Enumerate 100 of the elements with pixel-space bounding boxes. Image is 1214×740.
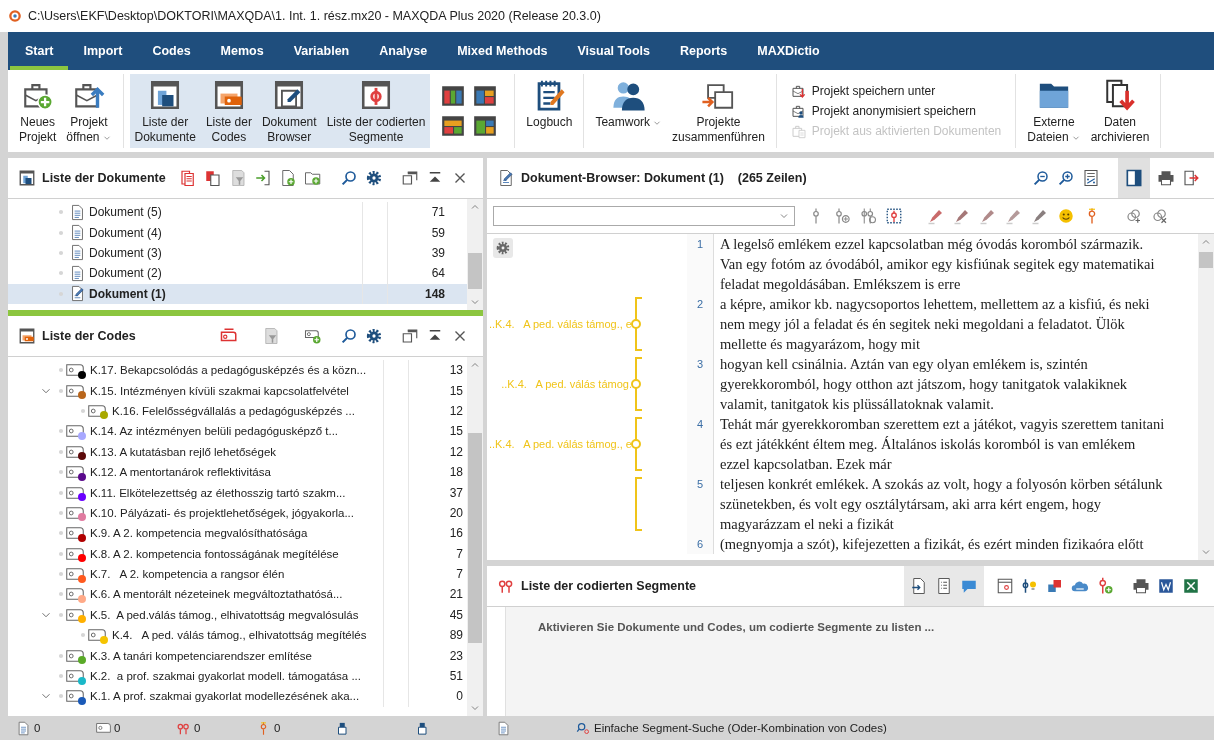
zoom-in-icon[interactable]: [1057, 169, 1075, 187]
code-row[interactable]: K.5. A ped.válás támog., elhivatottság megvalósulás 45: [8, 604, 467, 626]
ribbon-button[interactable]: Liste der Codes: [200, 74, 257, 148]
code-row[interactable]: K.3. A tanári kompetenciarendszer említése 23: [8, 645, 467, 666]
code-row[interactable]: K.1. A prof. szakmai gyakorlat modellezésének aka... 0: [8, 686, 467, 707]
ribbon-button[interactable]: Projekt öffnen: [61, 74, 117, 148]
settings-icon[interactable]: [365, 327, 383, 345]
documents-stack-icon[interactable]: [179, 169, 197, 187]
import-arrow-icon[interactable]: [254, 169, 272, 187]
folder-plus-icon[interactable]: [304, 169, 322, 187]
settings-icon[interactable]: [495, 240, 511, 256]
printer-icon[interactable]: [1132, 577, 1150, 595]
ribbon-button[interactable]: Dokument Browser: [256, 74, 322, 148]
code-name: K.6. A mentorált nézeteinek megváltoztathatósá...: [90, 588, 344, 601]
ribbon-button[interactable]: Projekte zusammenführen: [667, 74, 770, 148]
link-plus-icon[interactable]: [1125, 207, 1143, 225]
menu-tab[interactable]: Variablen: [278, 32, 365, 70]
table-pins-icon[interactable]: [996, 577, 1014, 595]
layout-icon[interactable]: [472, 83, 499, 109]
menu-tab[interactable]: Reports: [665, 32, 743, 70]
segment-count: 18: [448, 465, 464, 480]
pin-bulb-icon[interactable]: [1021, 577, 1039, 595]
search-icon[interactable]: [340, 169, 358, 187]
highlighter-icon[interactable]: [927, 207, 945, 225]
document-row[interactable]: Dokument (3) 39: [8, 242, 467, 264]
printer-icon[interactable]: [1157, 169, 1175, 187]
restore-icon[interactable]: [401, 327, 419, 345]
code-row[interactable]: K.7. A 2. kompetencia a rangsor élén 7: [8, 563, 467, 585]
highlighter-icon[interactable]: [979, 207, 997, 225]
filter-icon[interactable]: [262, 327, 280, 345]
ribbon-button[interactable]: Liste der Dokumente: [129, 74, 201, 148]
layout-icon[interactable]: [472, 113, 499, 139]
ribbon-button[interactable]: Teamwork: [590, 74, 668, 148]
pin-plus-icon[interactable]: [833, 207, 851, 225]
code-row[interactable]: K.2. a prof. szakmai gyakorlat modell. támogatása ... 51: [8, 665, 467, 687]
settings-icon[interactable]: [365, 169, 383, 187]
code-row[interactable]: K.16. Felelősségvállalás a pedagógusképzés ... 12: [8, 400, 467, 422]
ribbon-button[interactable]: Externe Dateien: [1022, 74, 1086, 148]
ribbon-menu-item[interactable]: Projekt anonymisiert speichern: [790, 103, 1002, 119]
code-row[interactable]: K.6. A mentorált nézeteinek megváltoztathatósá... 21: [8, 584, 467, 605]
pins-icon[interactable]: [859, 207, 877, 225]
filter-icon[interactable]: [229, 169, 247, 187]
menu-tab[interactable]: Visual Tools: [562, 32, 665, 70]
ribbon-button[interactable]: Daten archivieren: [1085, 74, 1155, 148]
code-row[interactable]: K.10. Pályázati- és projektlehetőségek, jógyakorla... 20: [8, 502, 467, 524]
document-plus-icon[interactable]: [279, 169, 297, 187]
document-arrow-icon[interactable]: [910, 577, 928, 595]
list-page-icon[interactable]: [935, 577, 953, 595]
search-mode[interactable]: Einfache Segment-Suche (Oder-Kombination von Codes): [594, 722, 887, 734]
code-row[interactable]: K.8. A 2. kompetencia fontosságának megítélése 7: [8, 543, 467, 564]
scrollbar-thumb[interactable]: [468, 253, 482, 289]
scrollbar[interactable]: [467, 357, 483, 716]
side-panel-icon[interactable]: [1124, 168, 1144, 188]
scrollbar[interactable]: [1198, 234, 1214, 560]
code-row[interactable]: K.17. Bekapcsolódás a pedagógusképzés és a közn... 13: [8, 360, 467, 381]
menu-tab[interactable]: MAXDictio: [742, 32, 835, 70]
scrollbar-thumb[interactable]: [1199, 252, 1213, 268]
codes-icon: [18, 327, 36, 345]
document-row[interactable]: Dokument (1) 148: [8, 283, 467, 304]
zoom-out-icon[interactable]: [1032, 169, 1050, 187]
document-row[interactable]: Dokument (5) 71: [8, 202, 467, 223]
document-row[interactable]: Dokument (4) 59: [8, 222, 467, 243]
smiley-icon[interactable]: [1057, 207, 1075, 225]
menu-tab[interactable]: Import: [68, 32, 138, 70]
layout-icon[interactable]: [440, 83, 467, 109]
menu-tab[interactable]: Memos: [205, 32, 279, 70]
ribbon-menu-item[interactable]: Projekt speichern unter: [790, 83, 1002, 99]
ribbon-button[interactable]: Liste der codierten Segmente: [321, 74, 431, 148]
code-row[interactable]: K.9. A 2. kompetencia megvalósíthatósága 16: [8, 523, 467, 544]
highlighter-icon[interactable]: [1005, 207, 1023, 225]
menu-tab[interactable]: Analyse: [364, 32, 443, 70]
scrollbar-thumb[interactable]: [468, 433, 482, 643]
layout-icon[interactable]: [440, 113, 467, 139]
highlighter-icon[interactable]: [953, 207, 971, 225]
code-row[interactable]: K.13. A kutatásban rejlő lehetőségek 12: [8, 441, 467, 462]
ribbon-button[interactable]: Logbuch: [521, 74, 578, 148]
document-row[interactable]: Dokument (2) 64: [8, 263, 467, 284]
selection-pin-icon[interactable]: [885, 207, 903, 225]
squares-icon[interactable]: [1046, 577, 1064, 595]
link-remove-icon[interactable]: [1151, 207, 1169, 225]
ribbon-button[interactable]: Neues Projekt: [14, 74, 62, 148]
code-row[interactable]: K.11. Elkötelezettség az élethosszig tartó szakm... 37: [8, 482, 467, 503]
code-row[interactable]: K.4. A ped. válás támog., elhivatottság megítélés 89: [8, 625, 467, 646]
copy-icon[interactable]: [204, 169, 222, 187]
highlighter-icon[interactable]: [1031, 207, 1049, 225]
tag-plus-icon[interactable]: [304, 327, 322, 345]
export-icon[interactable]: [1182, 169, 1200, 187]
menu-tab[interactable]: Codes: [137, 32, 206, 70]
code-row[interactable]: K.14. Az intézményen belüli pedagógusképző t... 15: [8, 421, 467, 442]
percent-page-icon[interactable]: [1082, 169, 1100, 187]
scrollbar[interactable]: [467, 199, 483, 310]
search-icon[interactable]: [340, 327, 358, 345]
code-row[interactable]: K.12. A mentortanárok reflektivitása 18: [8, 461, 467, 483]
spreadsheet-icon[interactable]: [1182, 577, 1200, 595]
menu-tab[interactable]: Mixed Methods: [442, 32, 563, 70]
document-name: Dokument (1): [89, 286, 167, 301]
restore-icon[interactable]: [401, 169, 419, 187]
code-row[interactable]: K.15. Intézményen kívüli szakmai kapcsolatfelvétel 15: [8, 380, 467, 401]
word-document-icon[interactable]: [1157, 577, 1175, 595]
code-pin-plus-icon[interactable]: [1096, 577, 1114, 595]
